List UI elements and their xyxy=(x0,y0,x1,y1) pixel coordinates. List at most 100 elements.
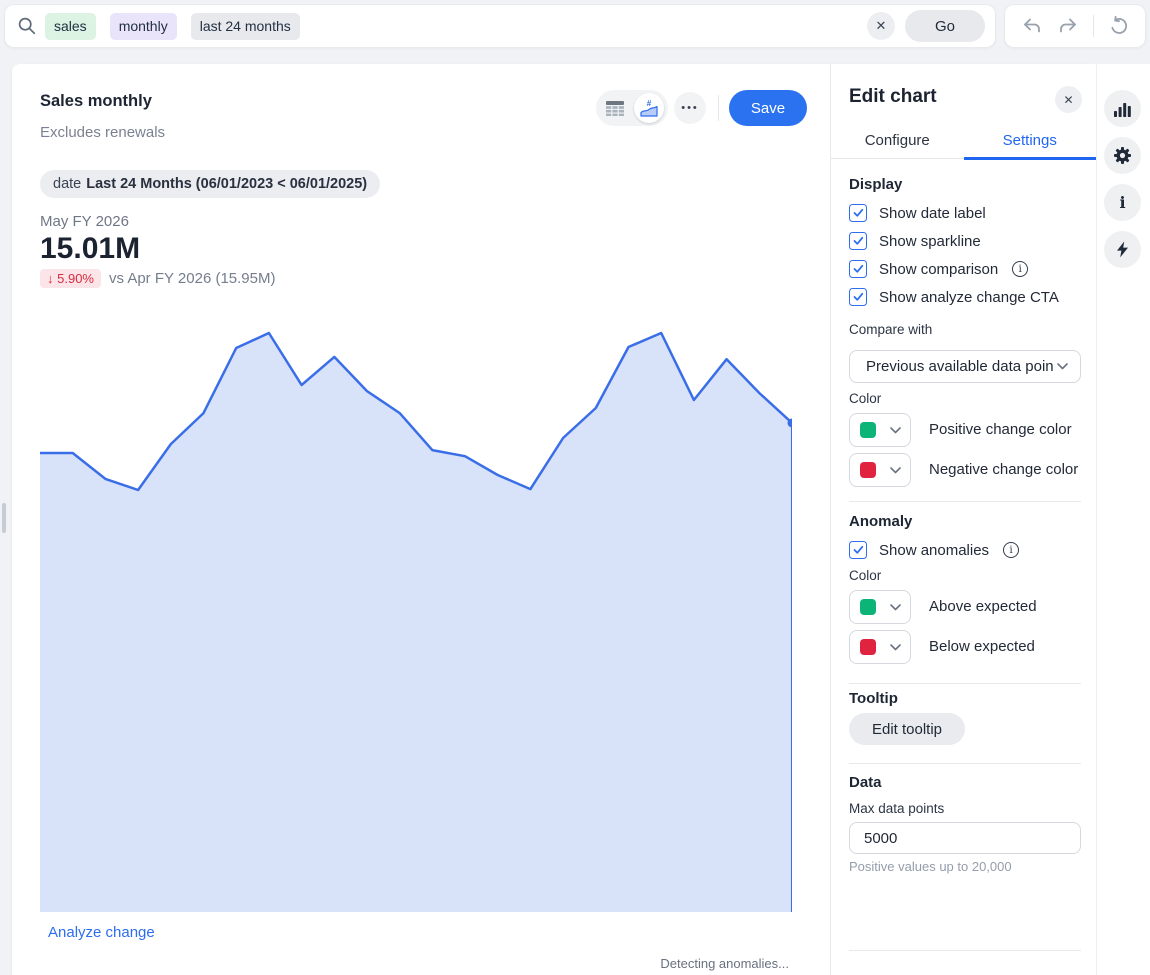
anomaly-color-label: Color xyxy=(849,568,881,583)
search-token-last-24-months[interactable]: last 24 months xyxy=(191,13,300,40)
positive-color-label: Positive change color xyxy=(929,421,1072,438)
close-icon: ✕ xyxy=(1063,93,1073,107)
max-data-points-helper: Positive values up to 20,000 xyxy=(849,859,1012,874)
checkbox-row-show-anomalies: Show anomalies i xyxy=(849,540,1019,560)
below-expected-color-dropdown[interactable] xyxy=(849,630,911,664)
chart-title: Sales monthly xyxy=(40,92,152,111)
checkbox-label: Show date label xyxy=(879,205,986,222)
positive-color-swatch xyxy=(860,422,876,438)
chart-toolbar: # ••• Save xyxy=(596,90,807,126)
kpi-value: 15.01M xyxy=(40,232,140,266)
undo-icon[interactable] xyxy=(1021,15,1043,37)
select-value: Previous available data poin xyxy=(866,358,1057,375)
info-icon[interactable]: i xyxy=(1003,542,1019,558)
more-options-button[interactable]: ••• xyxy=(674,92,706,124)
tab-settings[interactable]: Settings xyxy=(964,132,1097,160)
chevron-down-icon xyxy=(1057,363,1068,370)
close-icon: ✕ xyxy=(876,18,887,34)
edit-tooltip-button[interactable]: Edit tooltip xyxy=(849,713,965,745)
area-chart-svg xyxy=(40,325,792,912)
history-nav-group xyxy=(1004,4,1146,48)
data-section-heading: Data xyxy=(849,774,882,791)
chevron-down-icon xyxy=(890,427,901,434)
settings-panel-button[interactable] xyxy=(1104,137,1141,174)
show-date-label-checkbox[interactable] xyxy=(849,204,867,222)
change-badge: ↓ 5.90% xyxy=(40,269,101,288)
below-expected-swatch xyxy=(860,639,876,655)
color-label: Color xyxy=(849,391,881,406)
info-icon[interactable]: i xyxy=(1012,261,1028,277)
right-icon-rail: i xyxy=(1097,64,1150,975)
search-bar[interactable]: sales monthly last 24 months ✕ Go xyxy=(4,4,996,48)
check-icon xyxy=(853,264,864,274)
check-icon xyxy=(853,236,864,246)
positive-color-dropdown[interactable] xyxy=(849,413,911,447)
toolbar-divider xyxy=(718,95,719,121)
search-token-monthly[interactable]: monthly xyxy=(110,13,177,40)
above-expected-label: Above expected xyxy=(929,598,1037,615)
chevron-down-icon xyxy=(890,644,901,651)
table-icon xyxy=(606,101,624,116)
show-comparison-checkbox[interactable] xyxy=(849,260,867,278)
kpi-comparison-row: ↓ 5.90% vs Apr FY 2026 (15.95M) xyxy=(40,269,275,288)
anomaly-status-text: Detecting anomalies... xyxy=(660,956,789,971)
chevron-down-icon xyxy=(890,604,901,611)
ellipsis-icon: ••• xyxy=(681,102,699,114)
section-divider xyxy=(849,763,1081,764)
tooltip-section-heading: Tooltip xyxy=(849,690,898,707)
show-anomalies-checkbox[interactable] xyxy=(849,541,867,559)
section-divider xyxy=(849,501,1081,502)
tab-configure[interactable]: Configure xyxy=(831,132,964,158)
checkbox-row-show-analyze-change-cta: Show analyze change CTA xyxy=(849,287,1059,307)
compare-with-label: Compare with xyxy=(849,322,932,337)
chart-area-fill xyxy=(40,333,792,912)
panel-title: Edit chart xyxy=(849,86,937,108)
negative-color-label: Negative change color xyxy=(929,461,1078,478)
above-expected-swatch xyxy=(860,599,876,615)
reset-icon[interactable] xyxy=(1108,15,1130,37)
show-analyze-change-cta-checkbox[interactable] xyxy=(849,288,867,306)
checkbox-label: Show analyze change CTA xyxy=(879,289,1059,306)
info-panel-button[interactable]: i xyxy=(1104,184,1141,221)
check-icon xyxy=(853,292,864,302)
above-expected-color-dropdown[interactable] xyxy=(849,590,911,624)
search-token-sales[interactable]: sales xyxy=(45,13,96,40)
table-view-button[interactable] xyxy=(600,93,630,123)
compare-with-select[interactable]: Previous available data poin xyxy=(849,350,1081,383)
view-segmented-control: # xyxy=(596,90,668,126)
checkbox-label: Show anomalies xyxy=(879,542,989,559)
date-filter-chip[interactable]: date Last 24 Months (06/01/2023 < 06/01/… xyxy=(40,170,380,198)
go-button[interactable]: Go xyxy=(905,10,985,42)
info-icon: i xyxy=(1119,193,1125,212)
checkbox-label: Show sparkline xyxy=(879,233,981,250)
insights-panel-button[interactable] xyxy=(1104,231,1141,268)
sparkline-chart[interactable] xyxy=(40,325,792,912)
gear-icon xyxy=(1113,146,1132,165)
arrow-down-icon: ↓ xyxy=(47,271,54,286)
chart-panel-button[interactable] xyxy=(1104,90,1141,127)
close-panel-button[interactable]: ✕ xyxy=(1055,86,1082,113)
filter-prefix: date xyxy=(53,176,81,192)
negative-color-swatch xyxy=(860,462,876,478)
save-button[interactable]: Save xyxy=(729,90,807,126)
checkbox-label: Show comparison xyxy=(879,261,998,278)
analyze-change-link[interactable]: Analyze change xyxy=(48,924,155,941)
svg-text:#: # xyxy=(647,99,652,108)
chart-subtitle: Excludes renewals xyxy=(40,124,165,141)
redo-icon[interactable] xyxy=(1057,15,1079,37)
negative-color-dropdown[interactable] xyxy=(849,453,911,487)
anomaly-section-heading: Anomaly xyxy=(849,513,912,530)
check-icon xyxy=(853,208,864,218)
kpi-chart-icon: # xyxy=(640,99,658,117)
edit-chart-panel: Edit chart ✕ Configure Settings Display … xyxy=(830,64,1096,975)
bolt-icon xyxy=(1116,241,1129,258)
panel-resize-handle[interactable] xyxy=(2,503,6,533)
clear-search-button[interactable]: ✕ xyxy=(867,12,895,40)
answer-card: Sales monthly Excludes renewals xyxy=(12,64,1096,975)
kpi-chart-view-button[interactable]: # xyxy=(634,93,664,123)
show-sparkline-checkbox[interactable] xyxy=(849,232,867,250)
comparison-text: vs Apr FY 2026 (15.95M) xyxy=(109,270,275,287)
check-icon xyxy=(853,545,864,555)
panel-tabs: Configure Settings xyxy=(831,132,1096,159)
max-data-points-input[interactable] xyxy=(849,822,1081,854)
